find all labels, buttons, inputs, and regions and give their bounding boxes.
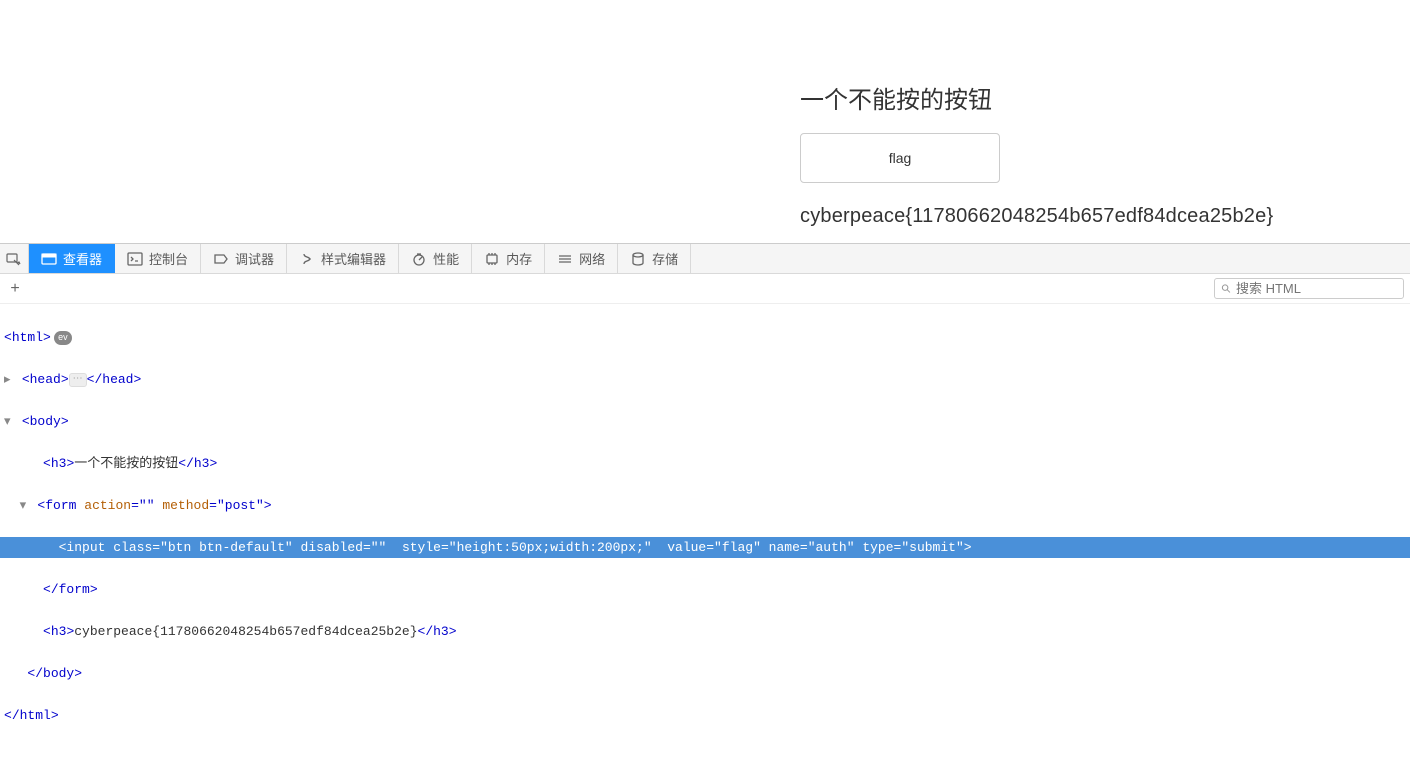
dom-row-h3a[interactable]: <h3>一个不能按的按钮</h3>	[0, 453, 1410, 474]
dom-row-form[interactable]: ▾ <form action="" method="post">	[0, 495, 1410, 516]
dom-row-body-close[interactable]: </body>	[0, 663, 1410, 684]
tab-performance[interactable]: 性能	[399, 244, 472, 273]
tab-performance-label: 性能	[433, 249, 459, 268]
add-node-button[interactable]: +	[6, 280, 24, 298]
tab-picker[interactable]	[0, 244, 29, 273]
tab-console-label: 控制台	[149, 249, 188, 268]
tab-memory[interactable]: 内存	[472, 244, 545, 273]
dom-row-head[interactable]: ▸ <head>⋯</head>	[0, 369, 1410, 390]
dom-row-body[interactable]: ▾ <body>	[0, 411, 1410, 432]
tab-network[interactable]: 网络	[545, 244, 618, 273]
tab-console[interactable]: 控制台	[115, 244, 201, 273]
dom-row-input-selected[interactable]: <input class="btn btn-default" disabled=…	[0, 537, 1410, 558]
tab-storage[interactable]: 存储	[618, 244, 691, 273]
dom-row-form-close[interactable]: </form>	[0, 579, 1410, 600]
devtools-panel: 查看器 控制台 调试器 样式编辑器 性能 内存 网络 存储	[0, 243, 1410, 770]
dom-row-html[interactable]: <html>ev	[0, 327, 1410, 348]
event-badge[interactable]: ev	[54, 331, 72, 345]
tab-storage-label: 存储	[652, 249, 678, 268]
html-search[interactable]	[1214, 278, 1404, 299]
devtools-toolbar: +	[0, 274, 1410, 304]
html-search-input[interactable]	[1236, 281, 1397, 296]
tab-debugger[interactable]: 调试器	[201, 244, 287, 273]
flag-text: cyberpeace{11780662048254b657edf84dcea25…	[800, 205, 1410, 228]
page-heading: 一个不能按的按钮	[800, 80, 1410, 115]
devtools-tabs: 查看器 控制台 调试器 样式编辑器 性能 内存 网络 存储	[0, 244, 1410, 274]
dom-row-html-close[interactable]: </html>	[0, 705, 1410, 726]
tab-inspector[interactable]: 查看器	[29, 244, 115, 273]
page-content: 一个不能按的按钮 flag cyberpeace{11780662048254b…	[0, 0, 1410, 228]
tab-debugger-label: 调试器	[235, 249, 274, 268]
tab-memory-label: 内存	[506, 249, 532, 268]
flag-button: flag	[800, 133, 1000, 183]
search-icon	[1221, 283, 1232, 295]
dom-row-h3b[interactable]: <h3>cyberpeace{11780662048254b657edf84dc…	[0, 621, 1410, 642]
tab-inspector-label: 查看器	[63, 249, 102, 268]
dom-tree[interactable]: <html>ev ▸ <head>⋯</head> ▾ <body> <h3>一…	[0, 304, 1410, 770]
tab-network-label: 网络	[579, 249, 605, 268]
tab-styles-label: 样式编辑器	[321, 249, 386, 268]
tab-styles[interactable]: 样式编辑器	[287, 244, 399, 273]
page-form: flag	[800, 133, 1410, 183]
